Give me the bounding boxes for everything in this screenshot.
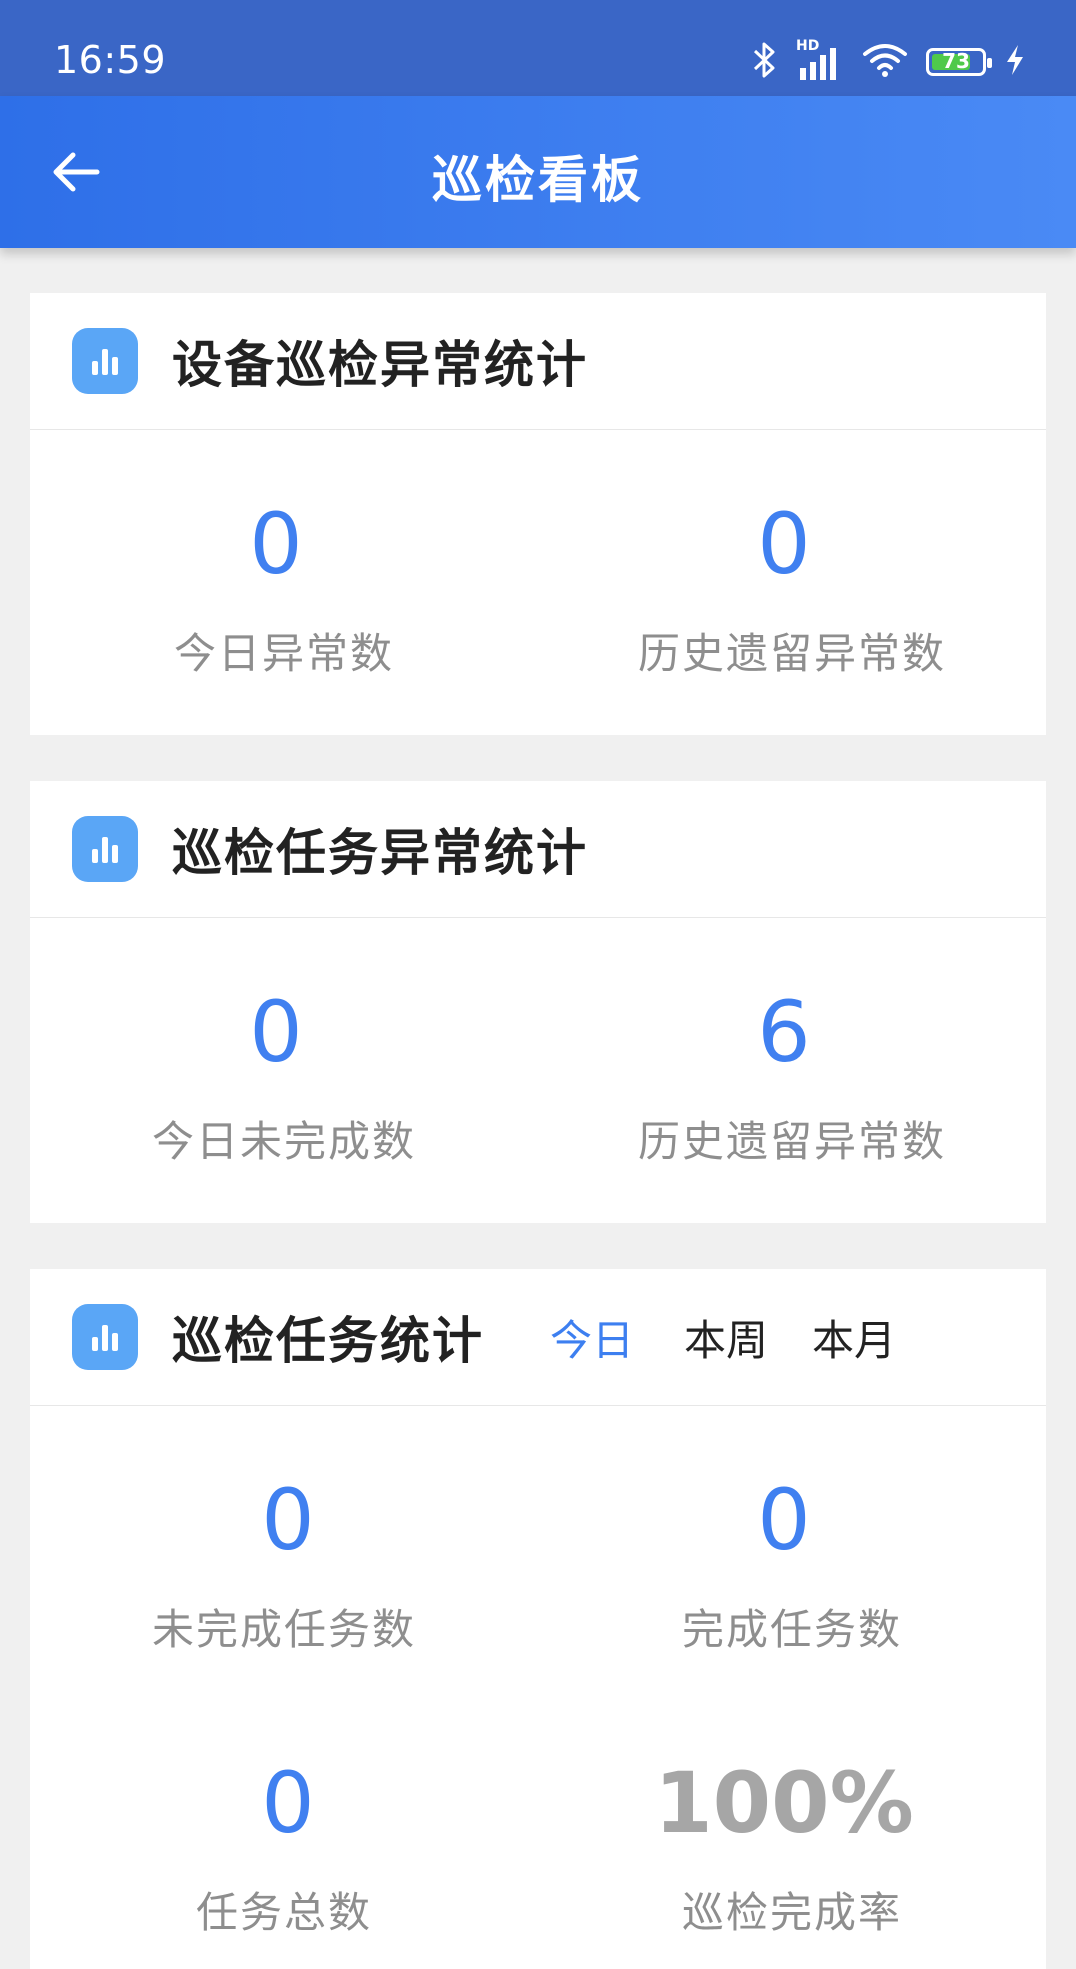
card-header: 巡检任务异常统计 (30, 781, 1046, 918)
stat-label: 历史遗留异常数 (637, 629, 946, 678)
status-icons: HD 73 (752, 38, 1026, 84)
card-title: 巡检任务统计 (172, 1312, 484, 1370)
card-header: 巡检任务统计 今日 本周 本月 (30, 1269, 1046, 1406)
signal-icon: HD (796, 38, 844, 82)
bluetooth-icon (752, 41, 778, 83)
stat-label: 未完成任务数 (151, 1605, 416, 1654)
stat-label: 巡检完成率 (681, 1888, 902, 1937)
app-bar: 巡检看板 (0, 96, 1076, 248)
card-title: 设备巡检异常统计 (172, 336, 588, 394)
stat-total-tasks[interactable]: 0 任务总数 (30, 1761, 538, 1940)
stat-today-anomaly[interactable]: 0 今日异常数 (30, 502, 538, 681)
charging-icon (1004, 43, 1026, 81)
stat-unfinished-tasks[interactable]: 0 未完成任务数 (30, 1478, 538, 1657)
stat-label: 今日未完成数 (151, 1117, 416, 1166)
status-time: 16:59 (54, 38, 167, 82)
stat-value: 0 (261, 1754, 315, 1852)
tab-this-week[interactable]: 本周 (658, 1307, 792, 1368)
stat-value: 0 (757, 1471, 811, 1569)
page-title: 巡检看板 (432, 151, 644, 209)
battery-level: 73 (942, 49, 970, 73)
card-task-statistics: 巡检任务统计 今日 本周 本月 0 未完成任务数 0 完成任务数 0 任务总数 … (30, 1269, 1046, 1969)
stat-label: 历史遗留异常数 (637, 1117, 946, 1166)
battery-icon: 73 (926, 48, 992, 76)
stat-value: 0 (757, 495, 811, 593)
stat-value: 0 (249, 495, 303, 593)
stat-today-unfinished[interactable]: 0 今日未完成数 (30, 990, 538, 1169)
card-title: 巡检任务异常统计 (172, 824, 588, 882)
stat-historical-anomaly[interactable]: 0 历史遗留异常数 (538, 502, 1046, 681)
card-header: 设备巡检异常统计 (30, 293, 1046, 430)
card-device-inspection-anomaly: 设备巡检异常统计 0 今日异常数 0 历史遗留异常数 (30, 293, 1046, 735)
tab-this-month[interactable]: 本月 (792, 1307, 920, 1368)
bar-chart-icon (72, 816, 138, 882)
stat-completion-rate[interactable]: 100% 巡检完成率 (538, 1761, 1046, 1940)
bar-chart-icon (72, 1304, 138, 1370)
status-bar: 16:59 HD 73 (0, 0, 1076, 96)
wifi-icon (862, 42, 908, 82)
bar-chart-icon (72, 328, 138, 394)
stat-completed-tasks[interactable]: 0 完成任务数 (538, 1478, 1046, 1657)
tab-today[interactable]: 今日 (526, 1307, 658, 1368)
stat-value: 0 (249, 983, 303, 1081)
card-task-anomaly: 巡检任务异常统计 0 今日未完成数 6 历史遗留异常数 (30, 781, 1046, 1223)
stat-label: 任务总数 (195, 1888, 372, 1937)
stat-label: 今日异常数 (173, 629, 394, 678)
stat-value: 100% (654, 1754, 914, 1852)
stat-value: 0 (261, 1471, 315, 1569)
stat-historical-anomaly[interactable]: 6 历史遗留异常数 (538, 990, 1046, 1169)
period-tabs: 今日 本周 本月 (526, 1307, 920, 1368)
stat-label: 完成任务数 (681, 1605, 902, 1654)
stat-value: 6 (757, 983, 811, 1081)
